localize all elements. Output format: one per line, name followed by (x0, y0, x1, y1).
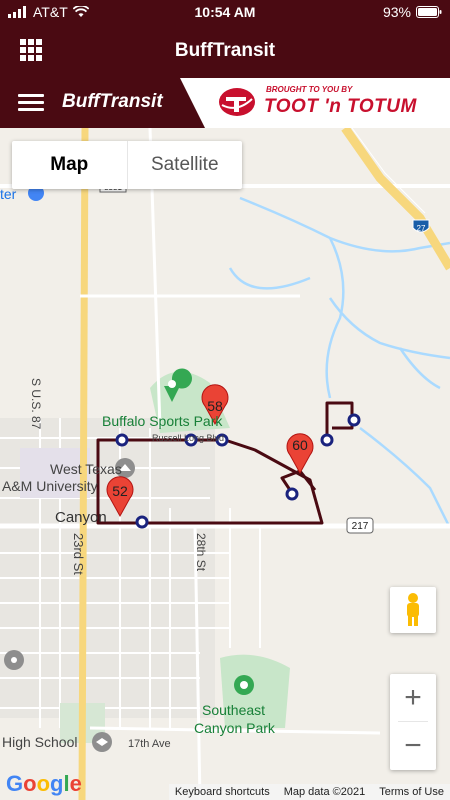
route-marker-label: 60 (292, 437, 308, 453)
highway-217-shield: 217 (346, 517, 374, 534)
route-marker-label: 58 (207, 398, 223, 414)
west-texas-label: West Texas (50, 461, 122, 477)
brand-name: BuffTransit (62, 91, 163, 112)
page-title: BuffTransit (174, 40, 276, 61)
zoom-in-button[interactable]: + (390, 674, 436, 722)
sponsor-tagline: BROUGHT TO YOU BY (266, 85, 353, 94)
tab-map[interactable]: Map (12, 141, 127, 189)
southeast-park-label: Southeast (202, 702, 266, 718)
us87-label: S U.S. 87 (29, 378, 43, 430)
battery: 93% (383, 4, 442, 20)
svg-text:27: 27 (417, 224, 426, 233)
bus-stop[interactable] (320, 433, 334, 447)
keyboard-shortcuts-link[interactable]: Keyboard shortcuts (175, 786, 270, 798)
school-pin-icon (92, 732, 112, 752)
sponsor-banner: BuffTransit BROUGHT TO YOU BY TOOT 'n TO… (0, 78, 450, 128)
park-pin-icon (234, 675, 254, 695)
battery-percent: 93% (382, 4, 411, 20)
toot-totum-logo-icon (219, 88, 255, 116)
terms-of-use-link[interactable]: Terms of Use (379, 786, 444, 798)
17th-ave-label: 17th Ave (128, 738, 171, 750)
28th-st-label: 28th St (194, 533, 208, 572)
map-view[interactable]: 27 217 3331 (0, 128, 450, 800)
high-school-label: High School (2, 734, 78, 750)
bus-stop[interactable] (285, 487, 299, 501)
zoom-out-button[interactable]: − (390, 722, 436, 770)
buffalo-sports-park-label: Buffalo Sports Park (102, 413, 223, 429)
23rd-st-label: 23rd St (71, 533, 86, 575)
sponsor-logo[interactable]: BROUGHT TO YOU BY TOOT 'n TOTUM (218, 82, 444, 124)
app-header: BuffTransit (0, 24, 450, 78)
canyon-label: Canyon (55, 509, 107, 526)
route-marker-label: 52 (112, 483, 128, 499)
hamburger-menu-icon[interactable] (18, 94, 44, 112)
route-marker-60[interactable]: 60 (286, 433, 314, 475)
battery-icon (416, 6, 442, 18)
street-view-button[interactable] (390, 587, 436, 633)
bus-stop[interactable] (347, 413, 361, 427)
university-label: A&M University (2, 478, 98, 494)
zoom-control: + − (390, 674, 436, 770)
svg-text:217: 217 (352, 521, 369, 532)
map-attribution: Keyboard shortcuts Map data ©2021 Terms … (168, 784, 450, 800)
pegman-icon (407, 593, 419, 626)
creeks (228, 196, 450, 529)
canyon-park-label: Canyon Park (194, 720, 275, 736)
russell-long-blvd-label: Russell Long Blvd (152, 433, 225, 443)
status-bar: AT&T 10:54 AM 93% (0, 0, 450, 24)
sponsor-name: TOOT 'n TOTUM (264, 96, 417, 117)
bus-stop[interactable] (135, 515, 149, 529)
google-logo-text: Google (6, 771, 82, 796)
left-edge-pin-icon (4, 650, 24, 670)
google-logo[interactable]: Google (6, 771, 82, 797)
tab-satellite[interactable]: Satellite (126, 141, 243, 189)
map-data-text: Map data ©2021 (283, 786, 366, 798)
bus-stop[interactable] (115, 433, 129, 447)
map-type-selector: Map Satellite (12, 141, 242, 189)
